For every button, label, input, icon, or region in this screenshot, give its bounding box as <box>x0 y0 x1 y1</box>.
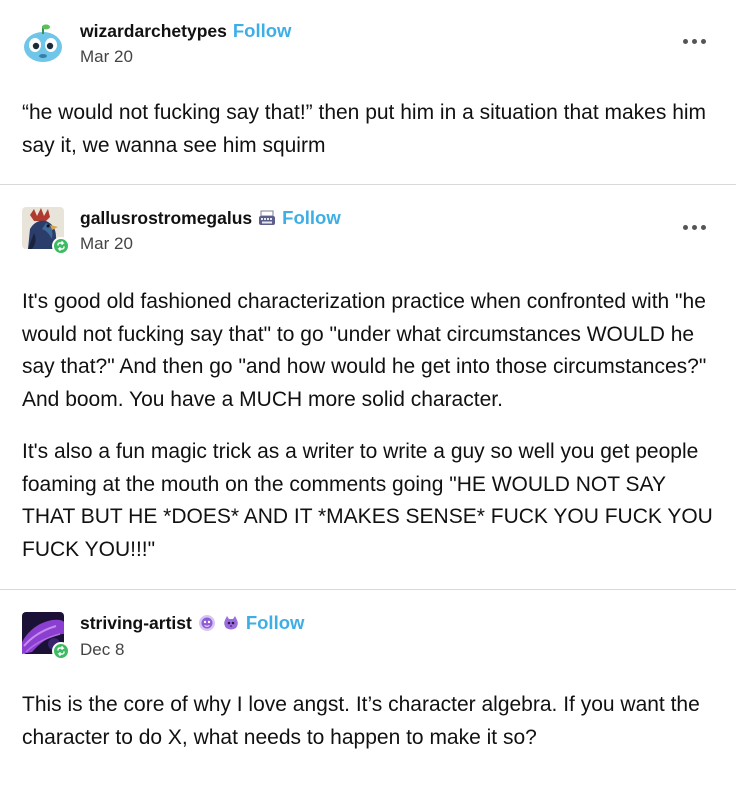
name-line: wizardarchetypes Follow <box>80 20 291 42</box>
follow-button[interactable]: Follow <box>233 20 292 42</box>
avatar[interactable] <box>22 612 70 660</box>
post-text: “he would not fucking say that!” then pu… <box>22 101 707 157</box>
post-date: Mar 20 <box>80 47 133 66</box>
name-line: striving-artist Follow <box>80 612 304 634</box>
purple-sticker-icon <box>198 615 215 631</box>
post-body: This is the core of why I love angst. It… <box>0 689 736 754</box>
blue-cartoon-creature-avatar-icon <box>22 22 64 64</box>
post-text-paragraph-2: It's also a fun magic trick as a writer … <box>22 440 713 561</box>
post-2: gallusrostromegalus Follow Mar 20 It's g… <box>0 185 736 590</box>
post-header: wizardarchetypes Follow Mar 20 <box>0 0 736 66</box>
avatar[interactable] <box>22 22 64 64</box>
purple-creature-icon <box>224 616 238 630</box>
typewriter-icon <box>259 210 276 225</box>
reblog-icon <box>52 642 70 660</box>
post-text: This is the core of why I love angst. It… <box>22 693 700 749</box>
follow-button[interactable]: Follow <box>282 207 341 229</box>
post-body: It's good old fashioned characterization… <box>0 286 736 566</box>
avatar[interactable] <box>22 207 70 255</box>
post-date: Dec 8 <box>80 640 125 659</box>
post-header: gallusrostromegalus Follow Mar 20 <box>0 185 736 255</box>
follow-button[interactable]: Follow <box>246 612 305 634</box>
reblog-icon <box>52 237 70 255</box>
more-options-icon[interactable] <box>683 225 706 230</box>
username[interactable]: wizardarchetypes <box>80 21 227 42</box>
post-3: striving-artist Follow Dec 8 This is the… <box>0 590 736 799</box>
more-options-icon[interactable] <box>683 39 706 44</box>
username[interactable]: striving-artist <box>80 613 192 634</box>
username[interactable]: gallusrostromegalus <box>80 208 252 229</box>
post-text-paragraph-1: It's good old fashioned characterization… <box>22 290 707 411</box>
post-1: wizardarchetypes Follow Mar 20 “he would… <box>0 0 736 185</box>
post-date: Mar 20 <box>80 234 133 253</box>
post-body: “he would not fucking say that!” then pu… <box>0 97 736 162</box>
post-header: striving-artist Follow Dec 8 <box>0 590 736 660</box>
name-line: gallusrostromegalus Follow <box>80 207 341 229</box>
